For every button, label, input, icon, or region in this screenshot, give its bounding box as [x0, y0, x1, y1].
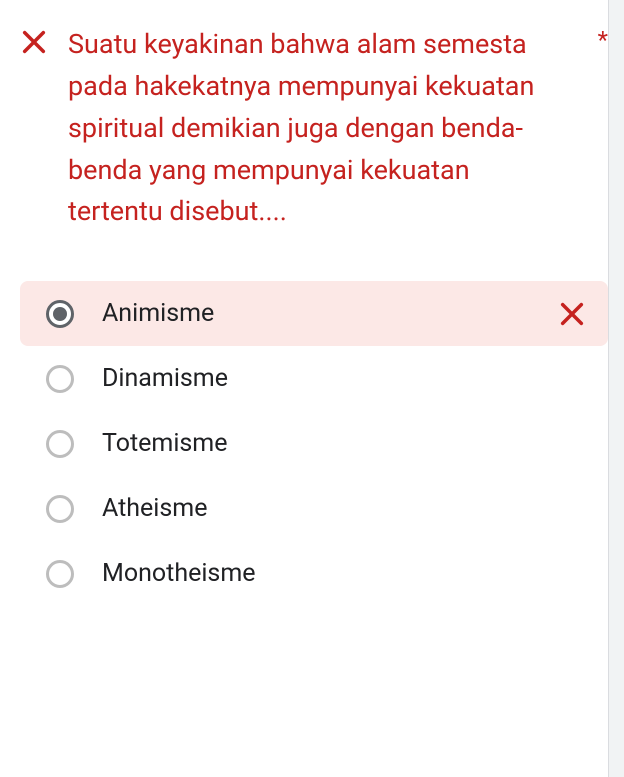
- radio-icon: [46, 430, 74, 458]
- option-totemisme[interactable]: Totemisme: [20, 411, 608, 476]
- radio-icon: [46, 365, 74, 393]
- radio-icon: [46, 300, 74, 328]
- required-marker: *: [598, 26, 608, 54]
- option-label: Dinamisme: [102, 364, 586, 393]
- option-monotheisme[interactable]: Monotheisme: [20, 541, 608, 606]
- option-dinamisme[interactable]: Dinamisme: [20, 346, 608, 411]
- incorrect-icon: [20, 28, 48, 56]
- options-list: Animisme Dinamisme Totemisme Atheisme Mo…: [20, 281, 608, 606]
- option-atheisme[interactable]: Atheisme: [20, 476, 608, 541]
- question-text: Suatu keyakinan bahwa alam semesta pada …: [68, 24, 578, 233]
- option-animisme[interactable]: Animisme: [20, 281, 608, 346]
- option-label: Totemisme: [102, 429, 586, 458]
- radio-icon: [46, 560, 74, 588]
- scrollbar-track[interactable]: [608, 0, 624, 777]
- radio-icon: [46, 495, 74, 523]
- question-header: Suatu keyakinan bahwa alam semesta pada …: [20, 24, 608, 233]
- option-label: Atheisme: [102, 494, 586, 523]
- option-label: Monotheisme: [102, 559, 586, 588]
- option-label: Animisme: [102, 299, 530, 328]
- wrong-icon: [558, 300, 586, 328]
